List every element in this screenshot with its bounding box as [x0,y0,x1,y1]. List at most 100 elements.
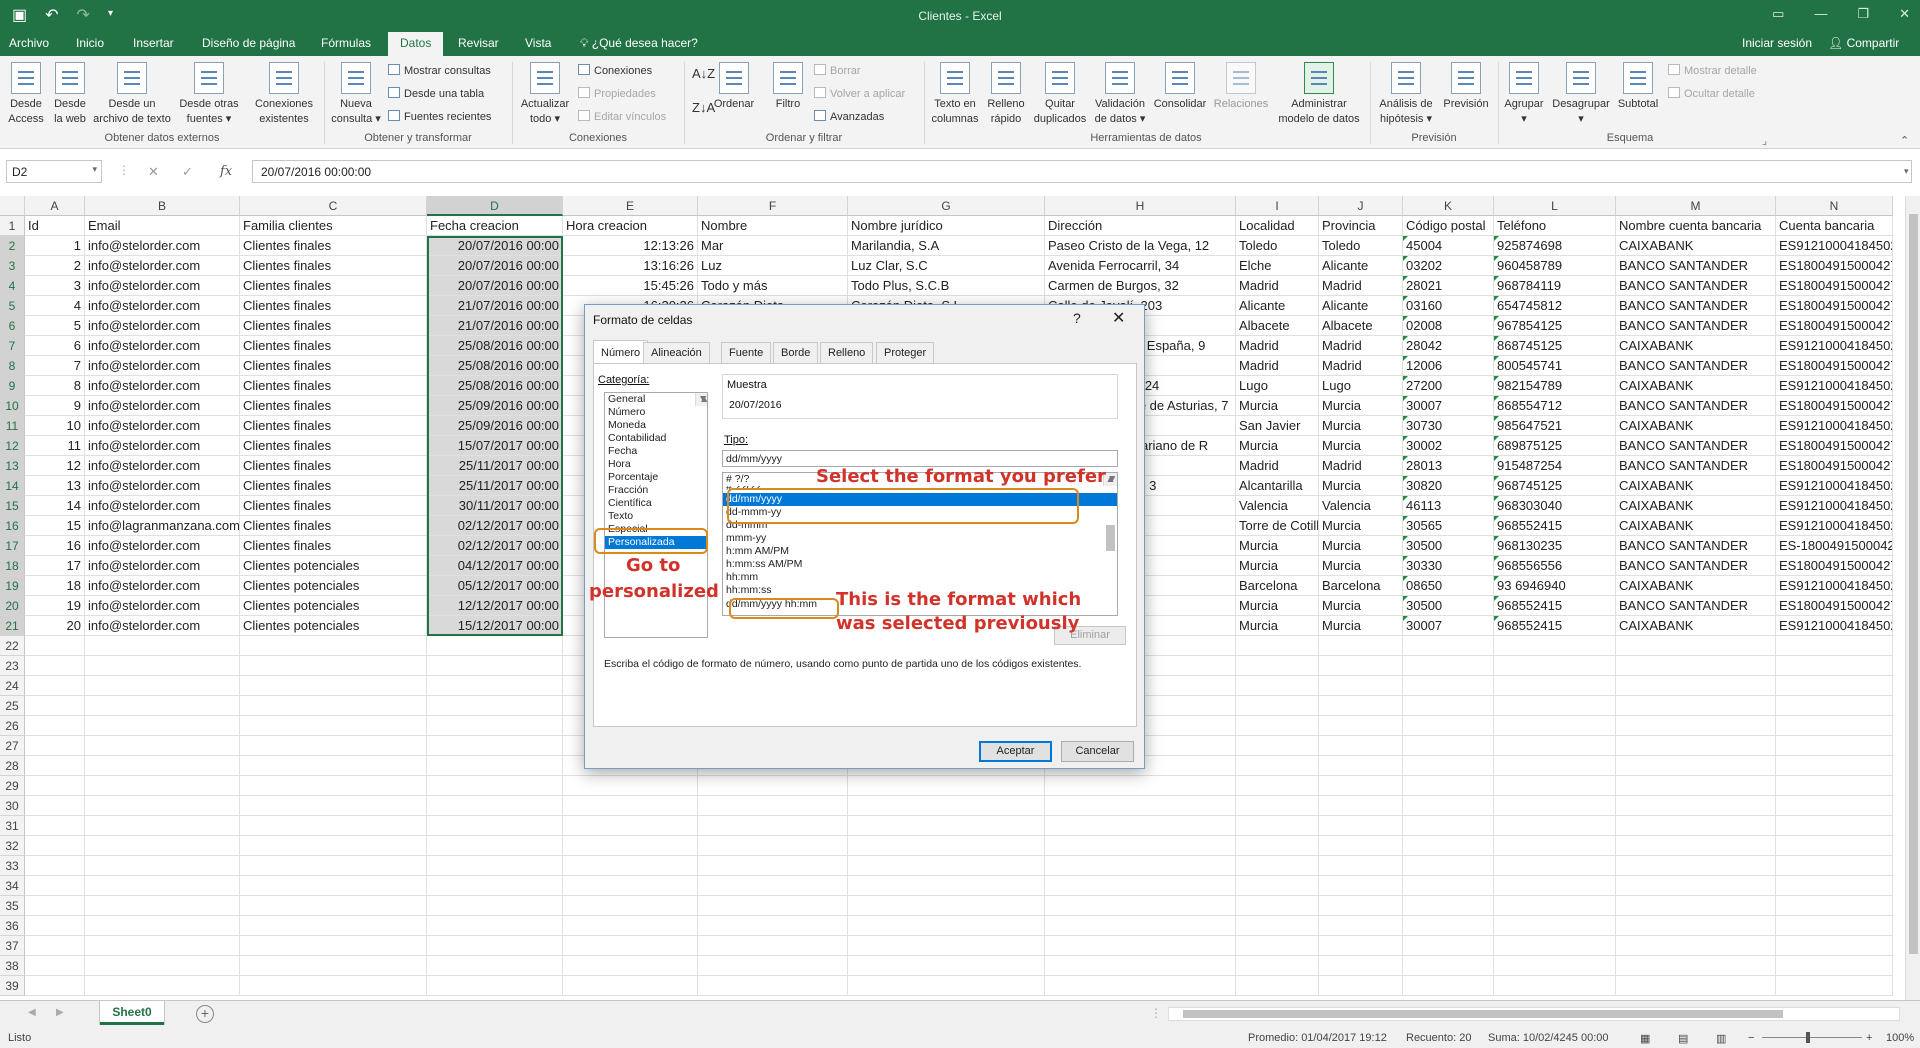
table-cell[interactable] [1403,956,1494,976]
table-cell[interactable] [1403,656,1494,676]
table-cell[interactable]: Clientes finales [240,436,427,456]
column-header-c[interactable]: C [240,196,427,216]
column-header-j[interactable]: J [1319,196,1403,216]
tab-insertar[interactable]: Insertar [133,36,174,50]
table-cell[interactable] [1403,936,1494,956]
table-cell[interactable] [427,936,563,956]
table-cell[interactable] [848,876,1045,896]
table-cell[interactable]: 17 [25,556,85,576]
table-cell[interactable] [1776,896,1893,916]
table-cell[interactable]: 03202 [1403,256,1494,276]
table-cell[interactable]: Clientes finales [240,476,427,496]
table-cell[interactable] [1616,636,1776,656]
table-cell[interactable] [85,856,240,876]
table-cell[interactable]: ES9121000418450200051332 [1776,416,1893,436]
column-header-k[interactable]: K [1403,196,1494,216]
table-cell[interactable] [1045,816,1236,836]
cancel-button[interactable]: Cancelar [1061,741,1134,762]
table-cell[interactable]: Carmen de Burgos, 32 [1045,276,1236,296]
table-cell[interactable]: Avenida Ferrocarril, 34 [1045,256,1236,276]
table-cell[interactable]: Barcelona [1319,576,1403,596]
type-input[interactable]: dd/mm/yyyy [722,450,1118,467]
table-cell[interactable] [1319,676,1403,696]
table-cell[interactable] [1319,716,1403,736]
table-cell[interactable] [1494,876,1616,896]
ok-button[interactable]: Aceptar [979,741,1052,762]
table-cell[interactable] [25,656,85,676]
prevision-button[interactable]: Previsión [1438,62,1494,112]
table-cell[interactable] [1616,816,1776,836]
table-cell[interactable]: Lugo [1319,376,1403,396]
zoom-out-icon[interactable]: − [1748,1032,1754,1044]
tab-vista[interactable]: Vista [525,36,551,50]
page-break-icon[interactable]: ▥ [1716,1032,1726,1045]
table-cell[interactable] [698,916,848,936]
texto-columnas-button[interactable]: Texto en columnas [928,62,982,127]
table-cell[interactable]: CAIXABANK [1616,576,1776,596]
cancel-icon[interactable]: ✕ [148,164,159,180]
table-cell[interactable] [563,876,698,896]
table-cell[interactable]: 968552415 [1494,516,1616,536]
table-cell[interactable] [1319,836,1403,856]
table-cell[interactable]: Todo Plus, S.C.B [848,276,1045,296]
table-cell[interactable] [1616,856,1776,876]
avanzadas-button[interactable]: Avanzadas [814,110,884,123]
table-cell[interactable]: 21/07/2016 00:00 [427,296,563,316]
table-cell[interactable]: 30007 [1403,616,1494,636]
header-cell[interactable]: Provincia [1319,216,1403,236]
table-cell[interactable]: ES9121000418450200051332 [1776,616,1893,636]
table-cell[interactable]: 15/07/2017 00:00 [427,436,563,456]
column-header-l[interactable]: L [1494,196,1616,216]
type-item[interactable]: hh:mm [723,571,1117,584]
table-cell[interactable]: 800545741 [1494,356,1616,376]
table-cell[interactable] [85,736,240,756]
table-cell[interactable] [1045,836,1236,856]
table-cell[interactable]: Clientes finales [240,256,427,276]
table-cell[interactable]: info@stelorder.com [85,596,240,616]
tab-fuente[interactable]: Fuente [721,342,772,363]
analisis-hipotesis-button[interactable]: Análisis de hipótesis ▾ [1374,62,1438,127]
table-cell[interactable] [1776,856,1893,876]
table-cell[interactable] [1236,676,1319,696]
row-header[interactable]: 10 [0,396,25,416]
table-cell[interactable]: BANCO SANTANDER [1616,276,1776,296]
column-header-e[interactable]: E [563,196,698,216]
row-header[interactable]: 14 [0,476,25,496]
table-cell[interactable] [240,656,427,676]
table-cell[interactable]: Clientes potenciales [240,616,427,636]
table-cell[interactable]: 20/07/2016 00:00 [427,256,563,276]
table-cell[interactable] [1776,716,1893,736]
table-cell[interactable] [85,956,240,976]
table-cell[interactable]: 968552415 [1494,616,1616,636]
table-cell[interactable] [85,836,240,856]
table-cell[interactable]: 04/12/2017 00:00 [427,556,563,576]
table-cell[interactable] [1319,856,1403,876]
table-cell[interactable]: Clientes finales [240,336,427,356]
table-cell[interactable] [1236,876,1319,896]
table-cell[interactable] [563,856,698,876]
desagrupar-button[interactable]: Desagrupar ▾ [1548,62,1614,127]
header-cell[interactable]: Nombre jurídico [848,216,1045,236]
category-item[interactable]: General [605,393,707,406]
table-cell[interactable] [240,676,427,696]
table-cell[interactable]: 3 [25,276,85,296]
table-cell[interactable]: ES1800491500042710151321 [1776,436,1893,456]
row-header[interactable]: 27 [0,736,25,756]
table-cell[interactable] [1494,796,1616,816]
table-cell[interactable]: 19 [25,596,85,616]
table-cell[interactable] [85,716,240,736]
tab-revisar[interactable]: Revisar [458,36,499,50]
table-cell[interactable] [1494,956,1616,976]
table-cell[interactable] [427,716,563,736]
header-cell[interactable]: Cuenta bancaria [1776,216,1893,236]
table-cell[interactable] [1319,936,1403,956]
table-cell[interactable]: ES1800491500042710151321 [1776,456,1893,476]
table-cell[interactable] [1045,776,1236,796]
table-cell[interactable]: 5 [25,316,85,336]
table-cell[interactable] [1403,796,1494,816]
normal-view-icon[interactable]: ▦ [1640,1032,1650,1045]
row-header[interactable]: 33 [0,856,25,876]
table-cell[interactable] [1494,816,1616,836]
table-cell[interactable]: 10 [25,416,85,436]
table-cell[interactable] [1319,796,1403,816]
